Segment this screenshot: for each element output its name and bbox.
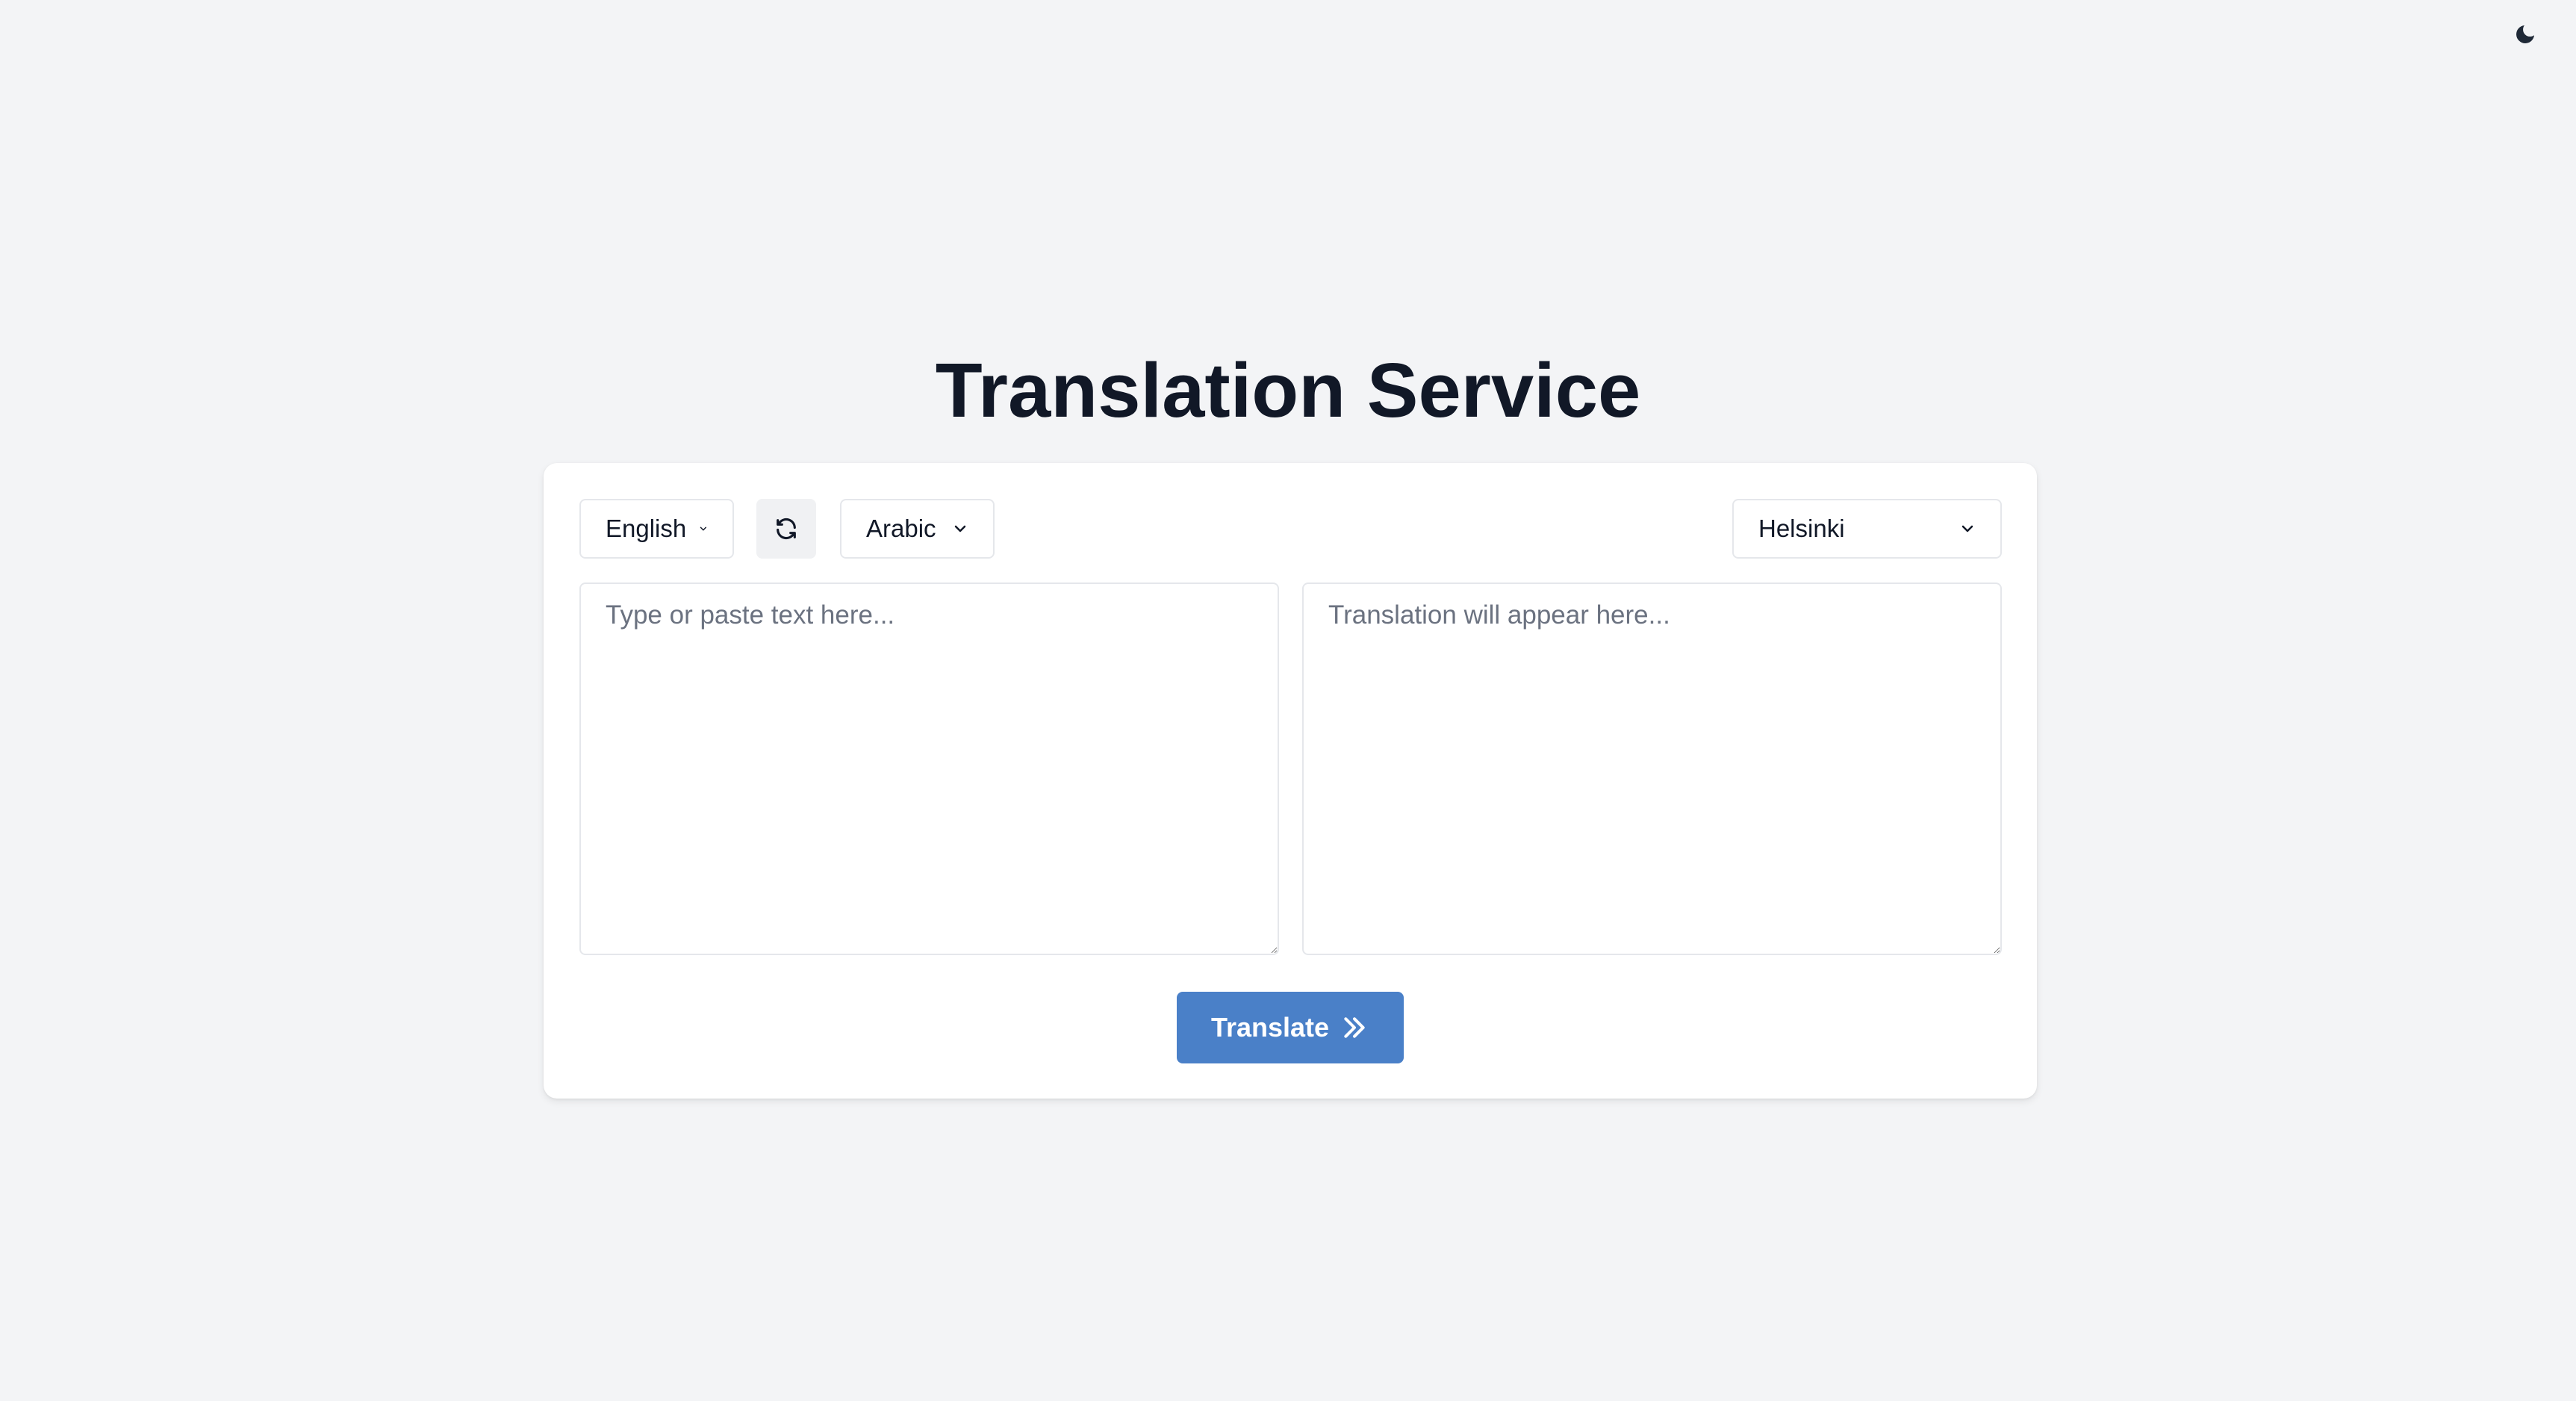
page: Translation Service English Arabic Helsi… (0, 0, 2576, 1401)
source-language-select[interactable]: English (579, 499, 734, 559)
translation-card: English Arabic Helsinki Type or paste te… (544, 463, 2037, 1099)
model-select[interactable]: Helsinki (1732, 499, 2002, 559)
chevron-down-icon (700, 526, 707, 531)
source-text-input[interactable] (579, 583, 1279, 955)
source-language-label: English (606, 515, 687, 542)
chevron-down-icon (954, 525, 966, 532)
swap-languages-button[interactable] (756, 499, 816, 559)
model-label: Helsinki (1758, 515, 1845, 542)
chevrons-right-icon (1344, 1017, 1365, 1038)
translation-output[interactable] (1302, 583, 2002, 955)
translate-button[interactable]: Translate (1177, 992, 1404, 1063)
moon-icon (2516, 25, 2534, 43)
page-title: Translation Service (935, 347, 1641, 433)
target-language-label: Arabic (866, 515, 936, 542)
target-language-select[interactable]: Arabic (840, 499, 995, 559)
swap-icon (777, 518, 796, 540)
theme-toggle-button[interactable] (2510, 19, 2540, 49)
translate-button-label: Translate (1210, 1012, 1330, 1043)
chevron-down-icon (1961, 525, 1973, 532)
